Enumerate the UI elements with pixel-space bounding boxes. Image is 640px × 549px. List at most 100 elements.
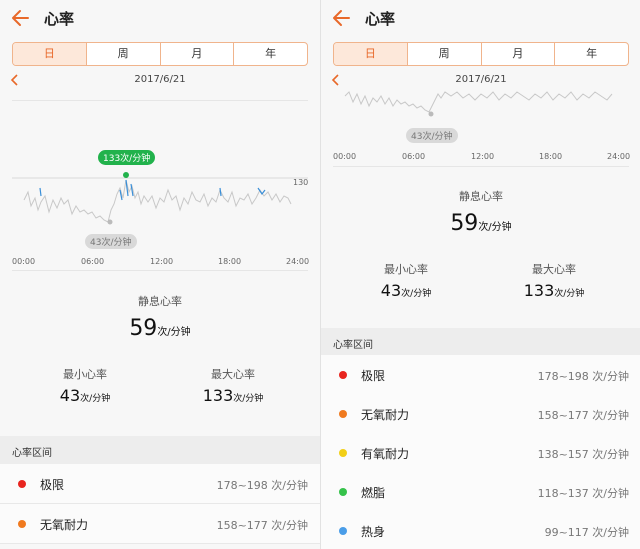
x-tick: 00:00 bbox=[12, 257, 36, 266]
max-tag: 133次/分钟 bbox=[98, 150, 156, 165]
x-tick: 00:00 bbox=[333, 152, 357, 161]
zone-dot-icon bbox=[339, 371, 347, 379]
divider bbox=[333, 166, 629, 167]
min-number: 43 bbox=[59, 386, 81, 405]
zone-row[interactable]: 无氧耐力 158~177 次/分钟 bbox=[0, 504, 320, 544]
zone-row[interactable]: 燃脂 118~137 次/分钟 bbox=[321, 472, 640, 512]
zone-dot-icon bbox=[339, 527, 347, 535]
date-label: 2017/6/21 bbox=[455, 74, 507, 85]
resting-label: 静息心率 bbox=[459, 190, 503, 203]
max-value: 133次/分钟 bbox=[168, 386, 298, 405]
right-screen: 心率 日 周 月 年 2017/6/21 43次/分钟 00:00 06:00 … bbox=[320, 0, 640, 549]
zone-dot-icon bbox=[339, 410, 347, 418]
resting-unit: 次/分钟 bbox=[478, 222, 512, 233]
zone-range: 138~157 次/分钟 bbox=[537, 448, 629, 461]
divider bbox=[12, 270, 308, 271]
resting-number: 59 bbox=[129, 316, 158, 341]
zone-row[interactable]: 无氧耐力 158~177 次/分钟 bbox=[321, 394, 640, 434]
zone-range: 158~177 次/分钟 bbox=[537, 409, 629, 422]
resting-number: 59 bbox=[450, 211, 479, 236]
zone-name: 燃脂 bbox=[361, 486, 386, 500]
max-number: 133 bbox=[202, 386, 234, 405]
zone-range: 178~198 次/分钟 bbox=[216, 479, 308, 492]
zone-range: 178~198 次/分钟 bbox=[537, 370, 629, 383]
zone-name: 无氧耐力 bbox=[361, 408, 410, 422]
heart-rate-line bbox=[23, 179, 292, 223]
top-bar: 心率 bbox=[321, 0, 640, 36]
min-number: 43 bbox=[380, 281, 402, 300]
page-title: 心率 bbox=[365, 10, 396, 28]
tab-day[interactable]: 日 bbox=[13, 43, 86, 65]
zone-name: 热身 bbox=[361, 525, 386, 539]
x-tick: 24:00 bbox=[607, 152, 631, 161]
min-unit: 次/分钟 bbox=[401, 289, 432, 299]
zone-range: 118~137 次/分钟 bbox=[537, 487, 629, 500]
max-label: 最大心率 bbox=[532, 263, 576, 276]
max-unit: 次/分钟 bbox=[233, 394, 264, 404]
zone-name: 极限 bbox=[40, 478, 65, 492]
zone-dot-icon bbox=[18, 520, 26, 528]
x-tick: 12:00 bbox=[150, 257, 174, 266]
min-unit: 次/分钟 bbox=[80, 394, 111, 404]
zone-range: 158~177 次/分钟 bbox=[216, 519, 308, 532]
min-point bbox=[428, 111, 434, 117]
zones-title: 心率区间 bbox=[12, 448, 52, 459]
zone-row[interactable]: 有氧耐力 138~157 次/分钟 bbox=[321, 433, 640, 473]
tab-month[interactable]: 月 bbox=[480, 43, 555, 65]
date-label: 2017/6/21 bbox=[134, 74, 186, 85]
max-unit: 次/分钟 bbox=[554, 289, 585, 299]
tab-year[interactable]: 年 bbox=[554, 43, 628, 65]
x-tick: 06:00 bbox=[81, 257, 105, 266]
min-tag: 43次/分钟 bbox=[85, 234, 137, 249]
heart-rate-line bbox=[344, 91, 613, 113]
min-value: 43次/分钟 bbox=[20, 386, 150, 405]
zone-row[interactable]: 热身 99~117 次/分钟 bbox=[321, 511, 640, 549]
resting-label: 静息心率 bbox=[138, 295, 182, 308]
zones-title: 心率区间 bbox=[333, 340, 373, 351]
zones-header: 心率区间 bbox=[321, 328, 640, 356]
x-tick: 18:00 bbox=[218, 257, 242, 266]
zone-name: 极限 bbox=[361, 369, 386, 383]
period-tabs: 日 周 月 年 bbox=[333, 42, 629, 66]
max-number: 133 bbox=[523, 281, 555, 300]
min-value: 43次/分钟 bbox=[341, 281, 471, 300]
x-tick: 06:00 bbox=[402, 152, 426, 161]
divider bbox=[12, 100, 308, 101]
back-arrow-icon[interactable] bbox=[329, 6, 355, 30]
heart-rate-chart bbox=[344, 91, 613, 117]
x-tick: 12:00 bbox=[471, 152, 495, 161]
tab-week[interactable]: 周 bbox=[406, 43, 481, 65]
min-label: 最小心率 bbox=[63, 368, 107, 381]
tab-month[interactable]: 月 bbox=[159, 43, 234, 65]
tab-year[interactable]: 年 bbox=[233, 43, 307, 65]
zone-range: 99~117 次/分钟 bbox=[544, 526, 629, 539]
top-bar: 心率 bbox=[0, 0, 320, 36]
date-row: 2017/6/21 bbox=[321, 72, 640, 90]
max-label: 最大心率 bbox=[211, 368, 255, 381]
reference-value: 130 bbox=[293, 178, 309, 187]
left-screen: 心率 日 周 月 年 2017/6/21 130 133次/分钟 43次/分钟 … bbox=[0, 0, 320, 549]
zone-name: 无氧耐力 bbox=[40, 518, 89, 532]
zone-dot-icon bbox=[339, 488, 347, 496]
zones-header: 心率区间 bbox=[0, 436, 320, 464]
tab-day[interactable]: 日 bbox=[334, 43, 407, 65]
min-label: 最小心率 bbox=[384, 263, 428, 276]
resting-value: 59次/分钟 bbox=[321, 211, 640, 236]
date-row: 2017/6/21 bbox=[0, 72, 320, 90]
period-tabs: 日 周 月 年 bbox=[12, 42, 308, 66]
max-value: 133次/分钟 bbox=[489, 281, 619, 300]
resting-value: 59次/分钟 bbox=[0, 316, 320, 341]
max-point bbox=[123, 172, 129, 178]
zone-dot-icon bbox=[18, 480, 26, 488]
x-tick: 18:00 bbox=[539, 152, 563, 161]
zone-dot-icon bbox=[339, 449, 347, 457]
resting-unit: 次/分钟 bbox=[157, 327, 191, 338]
page-title: 心率 bbox=[44, 10, 75, 28]
min-point bbox=[107, 219, 113, 225]
back-arrow-icon[interactable] bbox=[8, 6, 34, 30]
zone-row[interactable]: 极限 178~198 次/分钟 bbox=[321, 355, 640, 395]
zone-row[interactable]: 极限 178~198 次/分钟 bbox=[0, 464, 320, 504]
x-tick: 24:00 bbox=[286, 257, 310, 266]
tab-week[interactable]: 周 bbox=[85, 43, 160, 65]
zone-name: 有氧耐力 bbox=[361, 447, 410, 461]
